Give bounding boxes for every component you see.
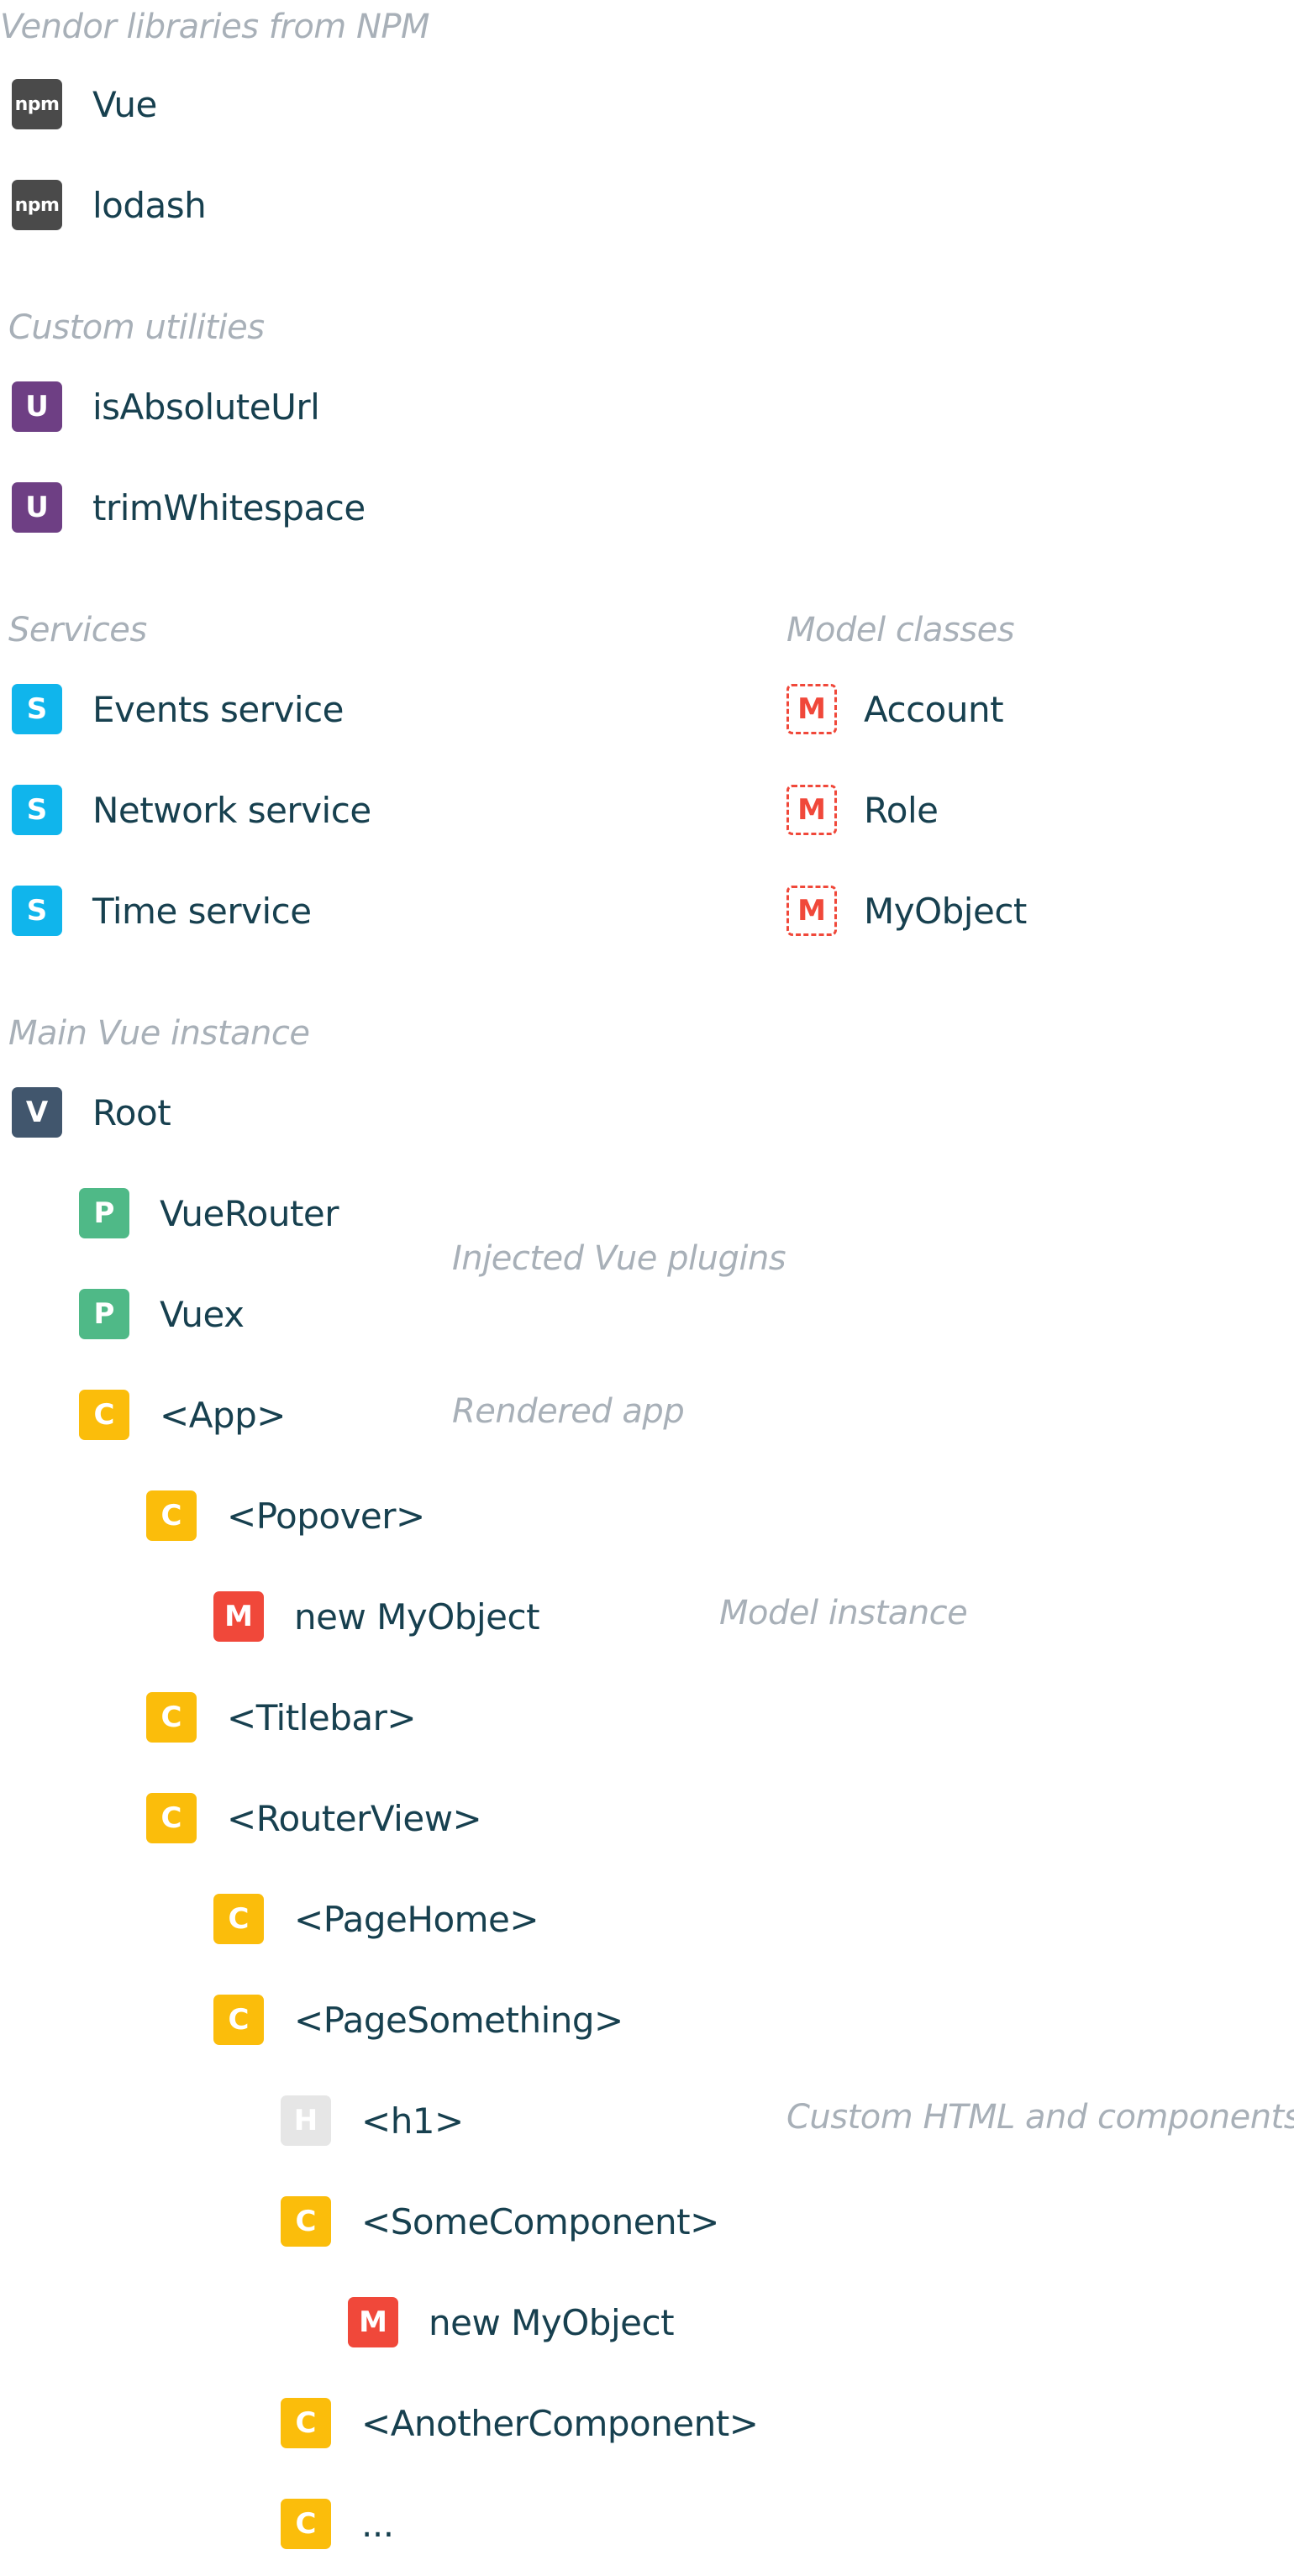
component-icon: C (146, 1793, 197, 1843)
model-class-label: MyObject (864, 890, 1027, 932)
tree-node-component: C ... (281, 2497, 394, 2551)
html-element-icon: H (281, 2095, 331, 2146)
annotation-app: Rendered app (452, 1392, 685, 1431)
tree-node-label: VueRouter (160, 1192, 339, 1234)
model-class-item: M Account (786, 682, 1004, 736)
tree-node-component: C <PageHome> (213, 1892, 539, 1946)
tree-node-root: V Root (12, 1086, 171, 1139)
service-icon: S (12, 785, 62, 835)
service-item: S Events service (12, 682, 345, 736)
tree-node-label: <RouterView> (227, 1797, 482, 1839)
component-icon: C (213, 1995, 264, 2045)
tree-node-label: <PageHome> (294, 1898, 539, 1940)
architecture-diagram: Vendor libraries from NPM Custom utiliti… (0, 0, 1294, 2576)
tree-node-label: ... (361, 2503, 394, 2545)
section-title-main: Main Vue instance (8, 1014, 310, 1053)
vendor-item-label: Vue (92, 83, 157, 125)
model-class-item: M Role (786, 783, 939, 837)
component-icon: C (146, 1490, 197, 1541)
model-class-icon: M (786, 785, 837, 835)
component-icon: C (213, 1894, 264, 1944)
tree-node-html: H <h1> (281, 2094, 464, 2148)
section-title-utilities: Custom utilities (8, 308, 265, 347)
npm-icon: npm (12, 79, 62, 129)
service-item: S Time service (12, 884, 312, 938)
annotation-custom-html: Custom HTML and components (786, 2098, 1294, 2137)
tree-node-label: <AnotherComponent> (361, 2402, 759, 2444)
model-class-icon: M (786, 684, 837, 734)
model-class-label: Account (864, 688, 1004, 730)
tree-node-label: <App> (160, 1394, 286, 1436)
annotation-plugins: Injected Vue plugins (452, 1239, 786, 1278)
model-class-icon: M (786, 886, 837, 936)
vue-instance-icon: V (12, 1087, 62, 1138)
tree-node-component: C <AnotherComponent> (281, 2396, 759, 2450)
service-item-label: Events service (92, 688, 345, 730)
tree-node-label: <PageSomething> (294, 1999, 623, 2041)
model-instance-icon: M (348, 2297, 398, 2347)
tree-node-component: C <App> (79, 1388, 286, 1442)
section-title-vendor: Vendor libraries from NPM (0, 8, 430, 46)
tree-node-label: new MyObject (429, 2301, 675, 2343)
service-icon: S (12, 886, 62, 936)
section-title-services: Services (8, 611, 147, 649)
vendor-item-label: lodash (92, 184, 207, 226)
component-icon: C (146, 1692, 197, 1743)
utility-item-label: trimWhitespace (92, 486, 366, 528)
tree-node-plugin: P Vuex (79, 1287, 245, 1341)
vendor-item: npm lodash (12, 178, 207, 232)
service-item-label: Time service (92, 890, 312, 932)
tree-node-label: <Popover> (227, 1495, 425, 1537)
tree-node-plugin: P VueRouter (79, 1186, 339, 1240)
utility-icon: U (12, 381, 62, 432)
utility-item: U isAbsoluteUrl (12, 380, 320, 434)
plugin-icon: P (79, 1289, 129, 1339)
annotation-model-instance: Model instance (719, 1594, 968, 1632)
plugin-icon: P (79, 1188, 129, 1238)
tree-node-component: C <PageSomething> (213, 1993, 623, 2047)
component-icon: C (79, 1390, 129, 1440)
tree-node-label: Root (92, 1091, 171, 1133)
service-item-label: Network service (92, 789, 371, 831)
model-class-item: M MyObject (786, 884, 1027, 938)
model-instance-icon: M (213, 1591, 264, 1642)
section-title-models: Model classes (786, 611, 1015, 649)
tree-node-label: <Titlebar> (227, 1696, 417, 1738)
tree-node-label: Vuex (160, 1293, 245, 1335)
service-icon: S (12, 684, 62, 734)
utility-item: U trimWhitespace (12, 481, 366, 534)
tree-node-component: C <Popover> (146, 1489, 425, 1543)
tree-node-label: new MyObject (294, 1596, 540, 1638)
component-icon: C (281, 2499, 331, 2549)
tree-node-label: <SomeComponent> (361, 2200, 719, 2242)
model-class-label: Role (864, 789, 939, 831)
vendor-item: npm Vue (12, 77, 157, 131)
tree-node-component: C <Titlebar> (146, 1690, 417, 1744)
service-item: S Network service (12, 783, 371, 837)
tree-node-label: <h1> (361, 2100, 464, 2142)
utility-icon: U (12, 482, 62, 533)
tree-node-model-instance: M new MyObject (348, 2295, 675, 2349)
component-icon: C (281, 2398, 331, 2448)
npm-icon: npm (12, 180, 62, 230)
component-icon: C (281, 2196, 331, 2247)
tree-node-component: C <SomeComponent> (281, 2195, 719, 2248)
tree-node-model-instance: M new MyObject (213, 1590, 540, 1643)
tree-node-component: C <RouterView> (146, 1791, 482, 1845)
utility-item-label: isAbsoluteUrl (92, 386, 320, 428)
